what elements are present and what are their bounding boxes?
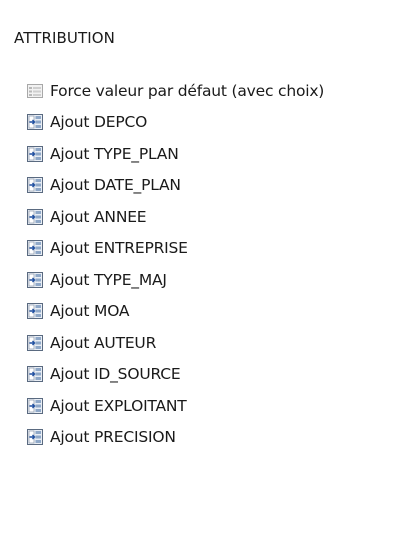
add-field-icon xyxy=(26,302,44,320)
item-label: Ajout ANNEE xyxy=(50,207,147,226)
add-field-icon xyxy=(26,271,44,289)
attribution-panel: ATTRIBUTION Force valeur par défaut (ave… xyxy=(0,0,410,549)
add-field-icon xyxy=(26,365,44,383)
section-header-attribution: ATTRIBUTION xyxy=(14,29,115,47)
add-field-icon xyxy=(26,208,44,226)
item-label: Ajout TYPE_PLAN xyxy=(50,144,179,163)
item-ajout-entreprise[interactable]: Ajout ENTREPRISE xyxy=(26,233,324,265)
item-label: Ajout ID_SOURCE xyxy=(50,365,181,384)
item-ajout-auteur[interactable]: Ajout AUTEUR xyxy=(26,327,324,359)
item-ajout-precision[interactable]: Ajout PRECISION xyxy=(26,422,324,454)
attribution-item-list: Force valeur par défaut (avec choix) Ajo… xyxy=(26,75,324,453)
item-ajout-depco[interactable]: Ajout DEPCO xyxy=(26,107,324,139)
item-ajout-type-maj[interactable]: Ajout TYPE_MAJ xyxy=(26,264,324,296)
item-ajout-exploitant[interactable]: Ajout EXPLOITANT xyxy=(26,390,324,422)
item-ajout-moa[interactable]: Ajout MOA xyxy=(26,296,324,328)
add-field-icon xyxy=(26,428,44,446)
item-ajout-id-source[interactable]: Ajout ID_SOURCE xyxy=(26,359,324,391)
item-label: Ajout AUTEUR xyxy=(50,333,157,352)
item-ajout-type-plan[interactable]: Ajout TYPE_PLAN xyxy=(26,138,324,170)
default-value-icon xyxy=(26,82,44,100)
item-label: Ajout EXPLOITANT xyxy=(50,396,187,415)
item-ajout-date-plan[interactable]: Ajout DATE_PLAN xyxy=(26,170,324,202)
item-force-default-value[interactable]: Force valeur par défaut (avec choix) xyxy=(26,75,324,107)
item-label: Ajout DATE_PLAN xyxy=(50,176,181,195)
add-field-icon xyxy=(26,239,44,257)
item-label: Ajout MOA xyxy=(50,302,130,321)
add-field-icon xyxy=(26,176,44,194)
item-label: Ajout DEPCO xyxy=(50,113,148,132)
item-label: Ajout PRECISION xyxy=(50,428,176,447)
add-field-icon xyxy=(26,397,44,415)
item-label: Ajout TYPE_MAJ xyxy=(50,270,167,289)
item-label: Ajout ENTREPRISE xyxy=(50,239,188,258)
add-field-icon xyxy=(26,113,44,131)
add-field-icon xyxy=(26,145,44,163)
item-label: Force valeur par défaut (avec choix) xyxy=(50,81,325,100)
add-field-icon xyxy=(26,334,44,352)
item-ajout-annee[interactable]: Ajout ANNEE xyxy=(26,201,324,233)
